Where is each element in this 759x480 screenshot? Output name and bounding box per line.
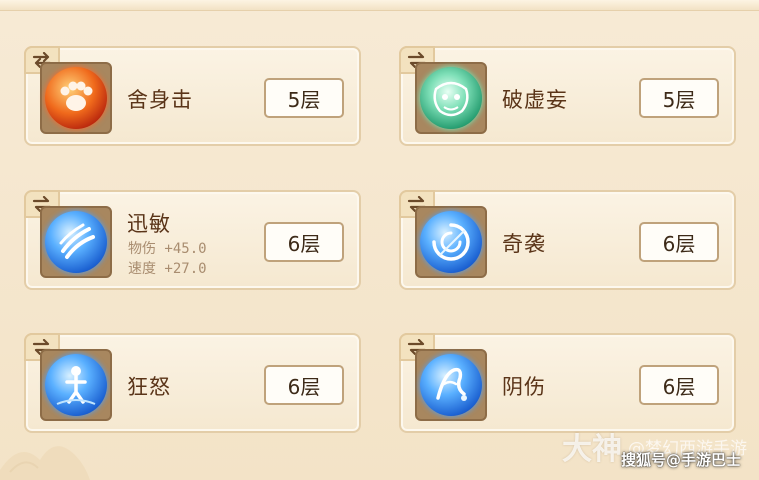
blue-claw-orb-icon: [45, 211, 107, 273]
skill-card[interactable]: 奇袭 6层: [399, 190, 736, 290]
skill-card[interactable]: 舍身击 5层: [24, 46, 361, 146]
skill-name: 狂怒: [127, 375, 171, 399]
skill-icon-frame: [40, 206, 112, 278]
source-credit: 搜狐号@手游巴士: [620, 451, 741, 469]
skill-card[interactable]: 狂怒 6层: [24, 333, 361, 433]
skill-level-badge: 5层: [639, 78, 719, 118]
stat-line: 速度 +27.0: [128, 261, 207, 277]
skill-icon-frame: [40, 62, 112, 134]
skill-name: 舍身击: [127, 88, 193, 112]
skill-card[interactable]: 迅敏 物伤 +45.0 速度 +27.0 6层: [24, 190, 361, 290]
watermark-logo: 大神: [562, 432, 622, 467]
skill-card[interactable]: 阴伤 6层: [399, 333, 736, 433]
skill-icon-frame: [415, 62, 487, 134]
skill-level-badge: 6层: [264, 222, 344, 262]
skill-name: 阴伤: [502, 375, 546, 399]
skill-name: 破虚妄: [502, 88, 568, 112]
skill-name: 奇袭: [502, 232, 546, 256]
skill-icon-frame: [415, 206, 487, 278]
blue-figure-orb-icon: [45, 354, 107, 416]
blue-swirl-orb-icon: [420, 211, 482, 273]
skill-level-badge: 5层: [264, 78, 344, 118]
skill-name: 迅敏: [127, 212, 171, 236]
skill-level-badge: 6层: [639, 222, 719, 262]
blue-hand-orb-icon: [420, 354, 482, 416]
skill-icon-frame: [40, 349, 112, 421]
skill-icon-frame: [415, 349, 487, 421]
top-panel-edge: [0, 0, 759, 11]
skill-level-badge: 6层: [264, 365, 344, 405]
skill-card[interactable]: 破虚妄 5层: [399, 46, 736, 146]
red-claw-orb-icon: [45, 67, 107, 129]
skill-level-badge: 6层: [639, 365, 719, 405]
green-beast-orb-icon: [420, 67, 482, 129]
stat-line: 物伤 +45.0: [128, 241, 207, 257]
